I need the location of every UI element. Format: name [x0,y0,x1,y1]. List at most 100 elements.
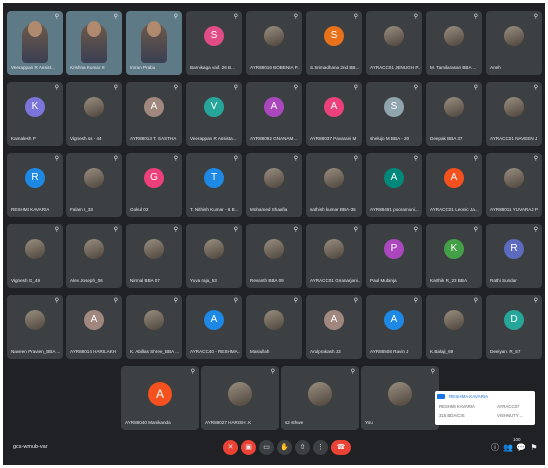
meeting-controls-bar: gcs-wmub-var ✕ ▣ ▭ ✋ ⇧ ⋮ ☎ 100 ⓘ 👥 💬 ⚑ [3,431,545,465]
avatar: A [384,310,404,330]
participant-name: Aneh [490,65,501,70]
participant-tile[interactable]: ⚲ K Karthik R_23 BBA [426,224,482,288]
participant-name: Yuva raja_53 [190,278,217,283]
mic-muted-icon: ⚲ [173,156,178,162]
participant-tile[interactable]: ⚲ M. Tamilarasan BBA ... [426,11,482,75]
avatar [264,310,284,330]
participant-tile[interactable]: ⚲ Alex Joseph_06 [66,224,122,288]
avatar: A [144,97,164,117]
people-icon[interactable]: 👥 [503,442,513,454]
mic-muted-icon: ⚲ [353,156,358,162]
participant-tile[interactable]: ⚲ A AYRACC40 - RESHMA... [186,295,242,359]
participant-name: AYR88016 BOBENIA P... [250,65,300,70]
avatar [204,239,224,259]
end-call-icon[interactable]: ☎ [331,440,351,455]
participant-tile[interactable]: ⚲ Mohamed Shaafia [246,153,302,217]
cam-off-icon[interactable]: ▣ [241,440,256,455]
participant-name: Vignesh G_49 [11,278,41,283]
participant-tile[interactable]: ⚲ AYR88011 YUVARAJ P [486,153,542,217]
mic-muted-icon: ⚲ [190,369,195,375]
participant-notification-popup[interactable]: RESHMA KAVARIA RESHMI KAVARIA AYRACC07 3… [435,391,535,425]
present-icon[interactable]: ⇧ [295,440,310,455]
raise-hand-icon[interactable]: ✋ [277,440,292,455]
participant-name: AYRACC01 Gnanarjani... [310,278,360,283]
captions-icon[interactable]: ▭ [259,440,274,455]
mic-muted-icon: ⚲ [173,14,178,20]
participant-tile[interactable]: ⚲ Vignesh ss - 44 [66,82,122,146]
participant-tile[interactable]: ⚲ A Arulprakash J3 [306,295,362,359]
participant-tile[interactable]: ⚲ A AYR88014 HARILAKH [66,295,122,359]
participant-tile[interactable]: ⚲ Krishna Kumar S [66,11,122,75]
participant-tile[interactable]: ⚲ A AYR88037 Pavarani M [306,82,362,146]
participant-tile[interactable]: ⚲ sathish kumar BBA-35 [306,153,362,217]
participant-tile[interactable]: ⚲ S S.Srimadhana 2nd BB... [306,11,362,75]
avatar: T [204,168,224,188]
participant-tile[interactable]: ⚲ K. Abillas Shree_BBA ... [126,295,182,359]
participant-tile[interactable]: ⚲ D Deeiyan. R_57 [486,295,542,359]
participant-tile[interactable]: ⚲ Falam I_33 [66,153,122,217]
participant-tile[interactable]: ⚲ A AYR88040 Manikanda [121,366,199,430]
mic-muted-icon: ⚲ [353,14,358,20]
mic-muted-icon: ⚲ [533,85,538,91]
avatar [228,382,252,406]
participant-tile[interactable]: ⚲ R RESHMI KAVARIA [7,153,63,217]
popup-row-2-left: 315 BDA/CIS [439,413,465,418]
participant-tile[interactable]: ⚲ Aneh [486,11,542,75]
participant-tile[interactable]: ⚲ Revanth BBA 09 [246,224,302,288]
participant-tile[interactable]: ⚲ T T. Nithish Kumar - 6 B... [186,153,242,217]
mic-muted-icon: ⚲ [113,14,118,20]
avatar [84,239,104,259]
participant-tile[interactable]: ⚲ A AYR88092 GNANAM... [246,82,302,146]
participant-tile[interactable]: ⚲ A AYR88013 T. SASTHA [126,82,182,146]
mic-off-icon[interactable]: ✕ [223,440,238,455]
activities-icon[interactable]: ⚑ [529,442,539,454]
meeting-code: gcs-wmub-var [13,444,48,450]
participant-tile[interactable]: ⚲ S Barnikaga vaif. 26 B... [186,11,242,75]
avatar: A [204,310,224,330]
participant-tile[interactable]: ⚲ AYR88027 HARISH .K [201,366,279,430]
avatar: K [444,239,464,259]
participant-name: AYRACC40 - RESHMA... [190,349,240,354]
avatar [144,310,164,330]
participant-tile[interactable]: ⚲ Deepak BBA 37 [426,82,482,146]
participant-tile[interactable]: ⚲ V Veerappan R Assista... [186,82,242,146]
participant-tile[interactable]: ⚲ A AYR88508 Ravin J [366,295,422,359]
participant-name: RESHMI KAVARIA [11,207,50,212]
mic-muted-icon: ⚲ [413,85,418,91]
participant-tile[interactable]: ⚲ P Paul Mubinja [366,224,422,288]
participant-tile[interactable]: ⚲ AYRACC01 JENUGH P... [366,11,422,75]
participant-tile[interactable]: ⚲ Sshelujo M BBA - 20 [366,82,422,146]
participant-tile[interactable]: ⚲ Yuva raja_53 [186,224,242,288]
participant-tile[interactable]: ⚲ s2 sthwe [281,366,359,430]
participant-name: AYR88011 YUVARAJ P [490,207,538,212]
participant-tile[interactable]: ⚲ Imran Prabu [126,11,182,75]
more-options-icon[interactable]: ⋮ [313,440,328,455]
participant-tile[interactable]: ⚲ Nirmal BBA 07 [126,224,182,288]
participant-tile[interactable]: ⚲ G Gokul 02 [126,153,182,217]
participant-tile[interactable]: ⚲ Veerappan R Assist... [7,11,63,75]
mic-muted-icon: ⚲ [473,227,478,233]
participant-name: T. Nithish Kumar - 6 B... [190,207,239,212]
avatar: G [144,168,164,188]
participant-video-head [147,21,161,37]
chat-icon[interactable]: 💬 [516,442,526,454]
participant-tile[interactable]: ⚲ AYRACC01 NAVEEN J [486,82,542,146]
participant-tile[interactable]: ⚲ K Kamalesh P [7,82,63,146]
participant-tile[interactable]: ⚲ A AYRACC01 Leonic Ja... [426,153,482,217]
participant-tile[interactable]: ⚲ AYR88016 BOBENIA P... [246,11,302,75]
mic-muted-icon: ⚲ [533,227,538,233]
avatar: S [204,26,224,46]
participant-tile[interactable]: ⚲ Vignesh G_49 [7,224,63,288]
participant-tile[interactable]: ⚲ Naveen Pravien_BBA ... [7,295,63,359]
info-icon[interactable]: ⓘ [490,442,500,454]
mic-muted-icon: ⚲ [113,85,118,91]
participant-tile[interactable]: ⚲ A AYR88491 pooramuni... [366,153,422,217]
avatar: A [324,97,344,117]
participant-tile[interactable]: ⚲ R Rathi Sundar [486,224,542,288]
participant-tile[interactable]: ⚲ AYRACC01 Gnanarjani... [306,224,362,288]
participant-tile[interactable]: ⚲ You [361,366,439,430]
mic-muted-icon: ⚲ [293,14,298,20]
participant-tile[interactable]: ⚲ K.Balaji_69 [426,295,482,359]
participant-tile[interactable]: ⚲ Masiullah [246,295,302,359]
popup-row-1-right: AYRACC07 [497,404,520,409]
